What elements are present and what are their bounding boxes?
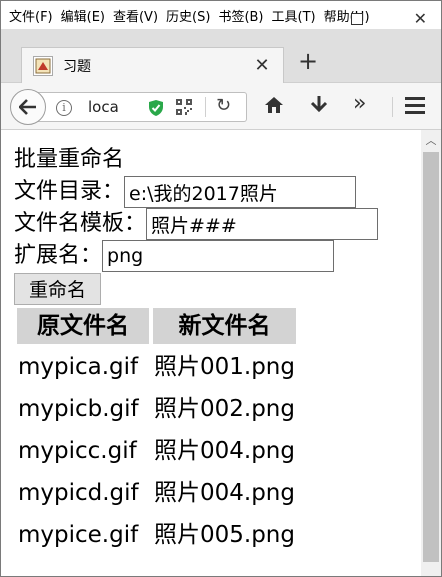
new-name-cell: 照片004.png — [154, 438, 295, 464]
dir-label: 文件目录： — [14, 179, 125, 204]
table-row: mypicc.gif 照片004.png — [17, 432, 296, 470]
menu-view[interactable]: 查看(V) — [105, 6, 158, 25]
url-bar[interactable]: i loca ↻ — [28, 92, 247, 122]
dir-input[interactable] — [124, 176, 357, 208]
window-restore-icon[interactable] — [351, 13, 363, 25]
scroll-up-icon[interactable]: ︿ — [421, 132, 441, 150]
ext-input[interactable] — [102, 240, 335, 272]
vertical-scrollbar[interactable]: ︿ — [421, 130, 441, 576]
file-table: 原文件名 新文件名 mypica.gif 照片001.png mypicb.gi… — [13, 304, 300, 558]
table-header-row: 原文件名 新文件名 — [17, 308, 296, 344]
scrollbar-thumb[interactable] — [423, 152, 439, 562]
dir-row: 文件目录： — [14, 176, 378, 208]
template-input[interactable] — [146, 208, 379, 240]
new-name-cell: 照片002.png — [154, 396, 295, 422]
table-row: mypicb.gif 照片002.png — [17, 390, 296, 428]
header-new-name: 新文件名 — [153, 308, 296, 344]
site-info-icon[interactable]: i — [56, 100, 72, 116]
new-name-cell: 照片004.png — [154, 480, 295, 506]
back-arrow-icon — [19, 99, 36, 115]
tab-close-icon[interactable]: ✕ — [251, 55, 273, 76]
tab-title: 习题 — [63, 58, 91, 75]
qr-code-icon[interactable] — [176, 99, 192, 115]
overflow-chevron-icon[interactable]: » — [353, 91, 367, 116]
ext-row: 扩展名： — [14, 240, 378, 272]
new-name-cell: 照片001.png — [154, 354, 295, 380]
menu-file[interactable]: 文件(F) — [1, 6, 53, 25]
original-name-cell: mypicd.gif — [18, 480, 139, 506]
template-label: 文件名模板： — [14, 211, 147, 236]
original-name-cell: mypicb.gif — [18, 396, 139, 422]
ext-label: 扩展名： — [14, 243, 103, 268]
table-row: mypica.gif 照片001.png — [17, 348, 296, 386]
table-row: mypicd.gif 照片004.png — [17, 474, 296, 512]
page-content: 批量重命名 文件目录： 文件名模板： 扩展名： 重命名 原文件名 新 — [1, 130, 421, 576]
menu-tools[interactable]: 工具(T) — [264, 6, 316, 25]
template-row: 文件名模板： — [14, 208, 379, 240]
table-row: mypice.gif 照片005.png — [17, 516, 296, 554]
menu-edit[interactable]: 编辑(E) — [53, 6, 105, 25]
button-row: 重命名 — [14, 272, 378, 305]
hamburger-menu-icon[interactable] — [405, 97, 425, 118]
reload-icon[interactable]: ↻ — [216, 95, 231, 116]
navigation-toolbar: i loca ↻ » — [1, 83, 441, 130]
page-heading: 批量重命名 — [14, 147, 125, 172]
window-close-icon[interactable]: ✕ — [414, 9, 427, 28]
tab-active[interactable]: 习题 ✕ — [21, 47, 284, 83]
url-text[interactable]: loca — [88, 98, 119, 116]
menu-bar: 文件(F) 编辑(E) 查看(V) 历史(S) 书签(B) 工具(T) 帮助(H… — [1, 1, 441, 29]
tab-strip: 习题 ✕ + — [1, 29, 441, 83]
browser-window: 文件(F) 编辑(E) 查看(V) 历史(S) 书签(B) 工具(T) 帮助(H… — [0, 0, 442, 577]
url-separator — [205, 97, 206, 117]
download-icon[interactable] — [310, 95, 328, 115]
menu-bookmarks[interactable]: 书签(B) — [210, 6, 263, 25]
rename-form: 批量重命名 文件目录： 文件名模板： 扩展名： 重命名 原文件名 新 — [13, 144, 379, 558]
back-button[interactable] — [10, 89, 46, 125]
home-icon[interactable] — [264, 96, 284, 114]
original-name-cell: mypicc.gif — [18, 438, 137, 464]
new-name-cell: 照片005.png — [154, 522, 295, 548]
original-name-cell: mypica.gif — [18, 354, 139, 380]
shield-icon[interactable] — [148, 99, 164, 117]
menu-history[interactable]: 历史(S) — [158, 6, 210, 25]
header-original-name: 原文件名 — [17, 308, 149, 344]
toolbar-separator — [392, 97, 393, 117]
new-tab-icon[interactable]: + — [296, 49, 320, 73]
original-name-cell: mypice.gif — [18, 522, 139, 548]
rename-button[interactable]: 重命名 — [14, 272, 102, 305]
puzzle-favicon-icon — [33, 55, 53, 76]
